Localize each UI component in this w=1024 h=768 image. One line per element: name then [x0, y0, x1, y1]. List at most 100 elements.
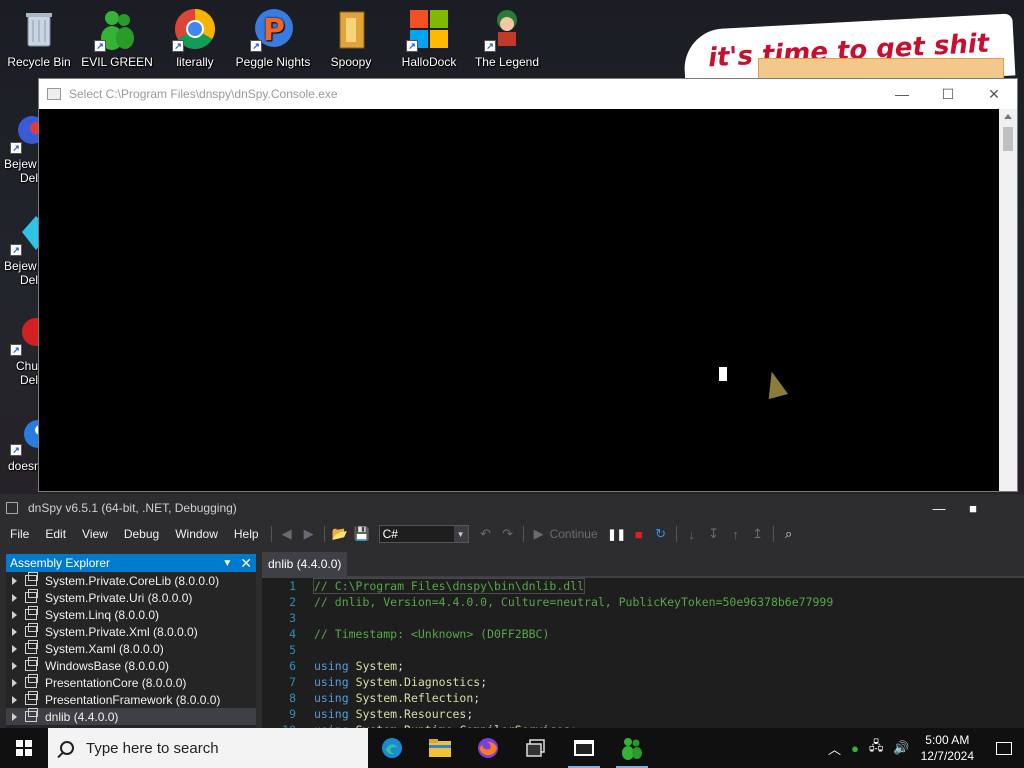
shortcut-arrow-icon: ↗	[10, 444, 22, 456]
menu-edit[interactable]: Edit	[37, 527, 74, 541]
toolbar-separator	[772, 526, 774, 542]
network-icon[interactable]: 🖧	[869, 737, 884, 759]
undo-icon[interactable]: ↶	[477, 525, 495, 543]
language-select[interactable]: C# ▼	[378, 525, 469, 543]
console-close-button[interactable]: ✕	[971, 79, 1017, 109]
tree-item-assembly[interactable]: System.Xaml (8.0.0.0)	[6, 640, 256, 657]
console-maximize-button[interactable]: ☐	[925, 79, 971, 109]
continue-play-icon[interactable]: ▶	[530, 525, 548, 543]
code-text: // C:\Program Files\dnspy\bin\dnlib.dll	[312, 578, 586, 594]
taskbar-file-explorer[interactable]	[416, 728, 464, 768]
tree-item-assembly[interactable]: System.Private.CoreLib (8.0.0.0)	[6, 572, 256, 589]
menu-view[interactable]: View	[74, 527, 116, 541]
chevron-up-icon[interactable]: ︿	[828, 739, 841, 758]
dnspy-minimize-button[interactable]: —	[922, 501, 956, 516]
navigate-back-icon[interactable]: ◀	[278, 525, 296, 543]
expand-arrow-icon[interactable]	[12, 593, 17, 602]
tab-dnlib[interactable]: dnlib (4.4.0.0)	[262, 552, 348, 576]
expand-arrow-icon[interactable]	[12, 610, 17, 619]
tree-item-label: dnlib (4.4.0.0)	[45, 709, 119, 724]
menu-file[interactable]: File	[0, 527, 37, 541]
green-men-tray-icon[interactable]: ●	[851, 741, 859, 756]
desktop-icon-hallodock[interactable]: ↗ HalloDock	[390, 0, 468, 69]
desktop-icon-spoopy[interactable]: Spoopy	[312, 0, 390, 69]
step-over-icon[interactable]: ↧	[705, 525, 723, 543]
taskbar-console[interactable]	[560, 728, 608, 768]
desktop-icon-peggle-nights[interactable]: P ↗ Peggle Nights	[234, 0, 312, 69]
stop-icon[interactable]: ■	[630, 525, 648, 543]
expand-arrow-icon[interactable]	[12, 627, 17, 636]
clock-time: 5:00 AM	[925, 733, 970, 747]
tree-item-assembly[interactable]: System.Private.Uri (8.0.0.0)	[6, 589, 256, 606]
scroll-up-icon[interactable]	[1004, 114, 1012, 119]
tree-item-assembly[interactable]: System.Private.Xml (8.0.0.0)	[6, 623, 256, 640]
taskbar-firefox[interactable]	[464, 728, 512, 768]
dnspy-maximize-button[interactable]: ■	[956, 501, 990, 516]
navigate-forward-icon[interactable]: ▶	[300, 525, 318, 543]
expand-arrow-icon[interactable]	[12, 695, 17, 704]
taskbar-edge[interactable]	[368, 728, 416, 768]
open-folder-icon[interactable]: 📂	[331, 525, 349, 543]
code-area[interactable]: 1 // C:\Program Files\dnspy\bin\dnlib.dll…	[262, 578, 1024, 738]
tree-item-assembly-selected[interactable]: dnlib (4.4.0.0)	[6, 708, 256, 725]
expand-arrow-icon[interactable]	[12, 576, 17, 585]
step-out-alt-icon[interactable]: ↥	[749, 525, 767, 543]
taskbar-task-view[interactable]	[512, 728, 560, 768]
step-out-icon[interactable]: ↑	[727, 525, 745, 543]
notifications-button[interactable]	[984, 728, 1024, 768]
console-scrollbar[interactable]	[999, 109, 1017, 491]
pause-icon[interactable]: ❚❚	[607, 525, 625, 543]
menu-debug[interactable]: Debug	[116, 527, 167, 541]
taskbar-green-men[interactable]	[608, 728, 656, 768]
dnspy-title: dnSpy v6.5.1 (64-bit, .NET, Debugging)	[28, 501, 237, 515]
spoopy-icon	[328, 6, 374, 52]
recycle-bin-icon	[16, 6, 62, 52]
keyword-using: using	[314, 659, 349, 673]
expand-arrow-icon[interactable]	[12, 644, 17, 653]
assembly-icon	[25, 657, 38, 671]
desktop-icon-chrome[interactable]: ↗ literally	[156, 0, 234, 69]
desktop-icon-the-legend[interactable]: ↗ The Legend	[468, 0, 546, 69]
panel-dropdown-icon[interactable]: ▼	[222, 558, 232, 569]
restart-icon[interactable]: ↻	[652, 525, 670, 543]
shortcut-arrow-icon: ↗	[484, 40, 496, 52]
console-titlebar[interactable]: Select C:\Program Files\dnspy\dnSpy.Cons…	[39, 79, 1017, 109]
tree-item-assembly[interactable]: PresentationFramework (8.0.0.0)	[6, 691, 256, 708]
dnspy-titlebar[interactable]: dnSpy v6.5.1 (64-bit, .NET, Debugging) —…	[0, 494, 1024, 522]
toolbar-separator	[270, 526, 272, 542]
search-icon[interactable]: ⌕	[780, 525, 798, 543]
redo-icon[interactable]: ↷	[499, 525, 517, 543]
scroll-thumb[interactable]	[1003, 127, 1013, 151]
tree-item-assembly[interactable]: System.Linq (8.0.0.0)	[6, 606, 256, 623]
code-line: 1 // C:\Program Files\dnspy\bin\dnlib.dll	[262, 578, 1024, 594]
dnspy-close-button[interactable]	[990, 501, 1024, 516]
clock[interactable]: 5:00 AM 12/7/2024	[921, 732, 974, 764]
step-into-icon[interactable]: ↓	[683, 525, 701, 543]
menu-window[interactable]: Window	[167, 527, 226, 541]
start-button[interactable]	[0, 728, 48, 768]
expand-arrow-icon[interactable]	[12, 661, 17, 670]
code-editor[interactable]: dnlib (4.4.0.0) 1 // C:\Program Files\dns…	[262, 550, 1024, 737]
continue-button[interactable]: Continue	[550, 527, 598, 541]
shortcut-arrow-icon: ↗	[10, 244, 22, 256]
desktop-icon-recycle-bin[interactable]: Recycle Bin	[0, 0, 78, 69]
assembly-explorer-header: Assembly Explorer ▼ ✕	[6, 554, 256, 572]
expand-arrow-icon[interactable]	[12, 712, 17, 721]
menu-help[interactable]: Help	[226, 527, 267, 541]
taskbar-search[interactable]: Type here to search	[48, 728, 368, 768]
volume-icon[interactable]: 🔊	[893, 740, 909, 756]
dnspy-window[interactable]: dnSpy v6.5.1 (64-bit, .NET, Debugging) —…	[0, 494, 1024, 737]
panel-close-icon[interactable]: ✕	[240, 555, 252, 572]
console-window[interactable]: Select C:\Program Files\dnspy\dnSpy.Cons…	[38, 78, 1018, 492]
desktop-icon-evil-green-men[interactable]: ↗ EVIL GREEN MEN CO	[78, 0, 156, 69]
expand-arrow-icon[interactable]	[12, 678, 17, 687]
save-icon[interactable]: 💾	[353, 525, 371, 543]
console-minimize-button[interactable]: —	[879, 79, 925, 109]
assembly-icon	[25, 708, 38, 722]
line-number: 1	[289, 579, 296, 593]
shortcut-arrow-icon: ↗	[406, 40, 418, 52]
assembly-icon	[25, 640, 38, 654]
tree-item-assembly[interactable]: WindowsBase (8.0.0.0)	[6, 657, 256, 674]
taskbar: Type here to search ︿ ● 🖧 🔊 5:00 AM 12/7…	[0, 728, 1024, 768]
tree-item-assembly[interactable]: PresentationCore (8.0.0.0)	[6, 674, 256, 691]
